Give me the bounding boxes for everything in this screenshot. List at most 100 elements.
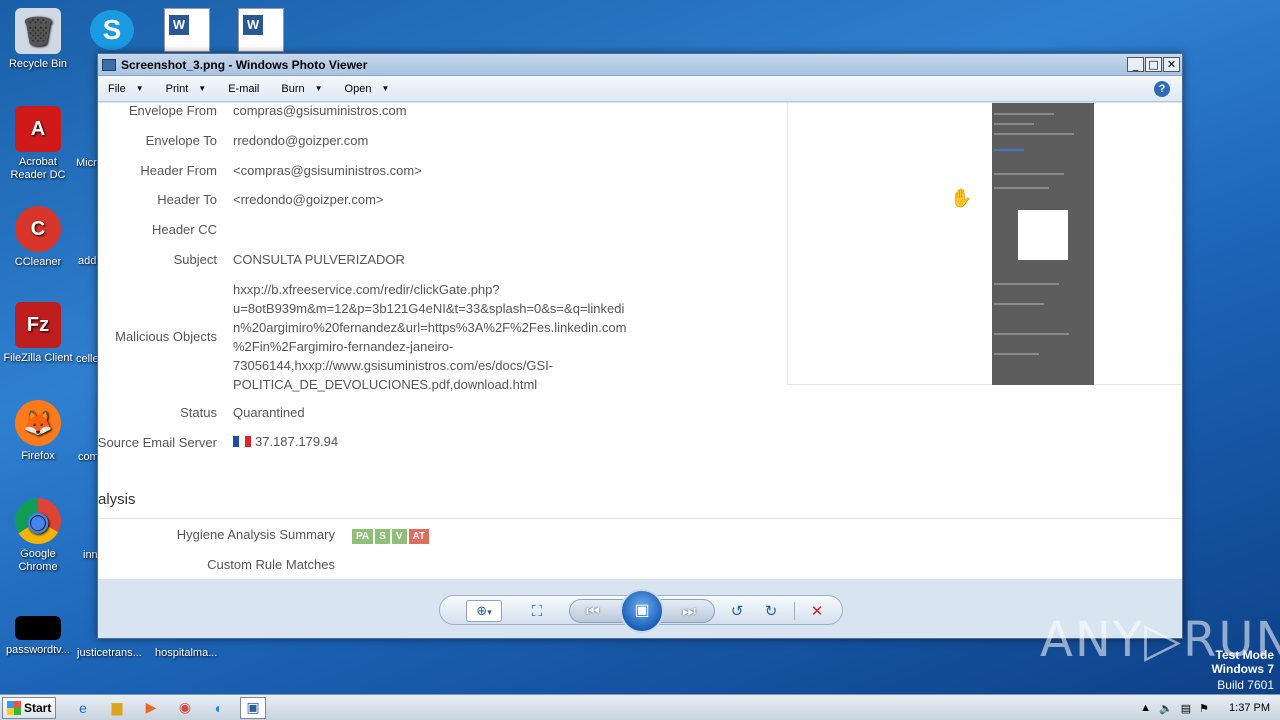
menu-print[interactable]: Print ▼	[166, 83, 207, 95]
malicious-objects-value: hxxp://b.xfreeservice.com/redir/clickGat…	[233, 282, 627, 392]
badge-pa: PA	[352, 529, 374, 544]
file-explorer-icon[interactable]: ▆	[104, 697, 130, 719]
menu-open[interactable]: Open ▼	[345, 83, 390, 95]
thumbnail-dialog	[1018, 210, 1068, 260]
field-label: Envelope To	[145, 133, 217, 148]
divider	[98, 518, 1182, 519]
desktop-icon-filezilla[interactable]: Fz FileZilla Client	[0, 302, 76, 365]
field-label: Subject	[173, 252, 217, 267]
desktop-icon-passwordtv[interactable]: passwordtv...	[0, 616, 76, 657]
network-icon[interactable]: ▤	[1181, 702, 1191, 715]
filezilla-icon: Fz	[15, 302, 61, 348]
image-viewport[interactable]: Envelope From compras@gsisuministros.com…	[98, 103, 1182, 579]
hand-cursor-icon: ✋	[950, 188, 973, 208]
badge-at: AT	[408, 529, 430, 544]
media-player-icon[interactable]: ▶	[138, 697, 164, 719]
edge-icon[interactable]: ◐	[206, 697, 232, 719]
viewer-controls: ⊕▾ ⛶ ⏮ ⏭ ▣ ↺ ↻ ✕	[98, 579, 1182, 638]
ccleaner-icon: C	[15, 206, 61, 252]
field-label: Header From	[140, 163, 217, 178]
firefox-icon: 🦊	[15, 400, 61, 446]
show-hidden-icons-icon[interactable]: ▲	[1140, 702, 1151, 714]
desktop-icon-label: Recycle Bin	[8, 58, 68, 70]
desktop-icon-label-partial: com	[78, 451, 99, 463]
menu-email[interactable]: E-mail	[228, 83, 259, 95]
thumbnail-line	[994, 333, 1069, 335]
thumbnail-line	[994, 283, 1059, 285]
start-button[interactable]: Start	[2, 696, 56, 719]
desktop-icon-label-partial: Micr	[76, 157, 97, 169]
volume-icon[interactable]: 🔈	[1159, 702, 1173, 715]
file-icon	[15, 616, 61, 640]
photo-viewer-taskbar-icon[interactable]: ▣	[240, 696, 266, 719]
thumbnail-line	[994, 173, 1064, 175]
close-button[interactable]: ✕	[1163, 57, 1180, 72]
word-document-icon[interactable]: W	[238, 8, 284, 52]
windows-logo-icon	[7, 700, 21, 715]
chevron-down-icon: ▼	[381, 84, 390, 93]
desktop-icon-label-partial: inn	[83, 549, 98, 561]
field-label: Header To	[157, 192, 217, 207]
maximize-button[interactable]: □	[1145, 57, 1162, 72]
rotate-counterclockwise-button[interactable]: ↺	[726, 600, 748, 622]
acrobat-icon: A	[15, 106, 61, 152]
clock[interactable]: 1:37 PM	[1229, 702, 1270, 714]
build-label: Build 7601	[1217, 678, 1274, 692]
desktop-icon-label: passwordtv...	[6, 644, 70, 656]
desktop-icon-label: Acrobat Reader DC	[10, 156, 66, 181]
desktop-icon-label-partial: add	[78, 255, 97, 267]
desktop-icon-recycle-bin[interactable]: 🗑 Recycle Bin	[0, 8, 76, 71]
system-tray: ▲ 🔈 ▤ ⚑ 1:37 PM	[1140, 695, 1280, 720]
desktop-icon-acrobat[interactable]: A Acrobat Reader DC	[0, 106, 76, 182]
word-document-icon[interactable]: W	[164, 8, 210, 52]
thumbnail-line	[994, 353, 1039, 355]
taskbar: Start e ▆ ▶ ◉ ◐ ▣ ▲ 🔈 ▤ ⚑ 1:37 PM	[0, 694, 1280, 720]
minimize-button[interactable]: _	[1127, 57, 1144, 72]
field-value: compras@gsisuministros.com	[233, 103, 407, 118]
malicious-objects-label: Malicious Objects	[115, 329, 217, 344]
zoom-button[interactable]: ⊕▾	[466, 600, 502, 622]
rotate-clockwise-button[interactable]: ↻	[760, 600, 782, 622]
source-email-server-value: 37.187.179.94	[233, 434, 338, 449]
desktop-icon-chrome[interactable]: ◉ Google Chrome	[0, 498, 76, 574]
field-label: Header CC	[151, 222, 217, 237]
menu-bar: File ▼ Print ▼ E-mail Burn ▼ Open ▼ ?	[98, 76, 1182, 102]
field-value: rredondo@goizper.com	[233, 133, 369, 148]
next-button[interactable]: ⏭	[678, 600, 700, 622]
help-icon[interactable]: ?	[1154, 81, 1170, 97]
section-title-analysis: alysis	[98, 491, 136, 508]
title-bar[interactable]: Screenshot_3.png - Windows Photo Viewer …	[98, 54, 1182, 76]
field-value: <compras@gsisuministros.com>	[233, 163, 422, 178]
chevron-down-icon: ▾	[487, 608, 492, 618]
actual-size-button[interactable]: ⛶	[526, 600, 548, 622]
slideshow-button[interactable]: ▣	[620, 589, 664, 633]
action-center-flag-icon[interactable]: ⚑	[1199, 702, 1209, 715]
desktop-icon-label: FileZilla Client	[3, 352, 73, 364]
chevron-down-icon: ▼	[314, 84, 323, 93]
zoom-icon: ⊕	[476, 604, 488, 619]
desktop-icon-label-partial: hospitalma...	[155, 647, 218, 659]
desktop-icon-label-partial: justicetrans...	[77, 647, 142, 659]
desktop-icon-label: CCleaner	[14, 256, 62, 268]
delete-button[interactable]: ✕	[806, 600, 828, 622]
thumbnail-line	[994, 133, 1074, 135]
email-preview-thumbnail	[992, 103, 1094, 385]
thumbnail-line	[994, 303, 1044, 305]
status-label: Status	[180, 405, 217, 420]
desktop-icon-firefox[interactable]: 🦊 Firefox	[0, 400, 76, 463]
field-value: CONSULTA PULVERIZADOR	[233, 252, 405, 267]
thumbnail-line	[994, 149, 1024, 151]
desktop-icon-ccleaner[interactable]: C CCleaner	[0, 206, 76, 269]
menu-burn[interactable]: Burn ▼	[281, 83, 322, 95]
internet-explorer-icon[interactable]: e	[70, 697, 96, 719]
chrome-taskbar-icon[interactable]: ◉	[172, 697, 198, 719]
test-mode-label: Test Mode	[1215, 648, 1274, 662]
skype-icon[interactable]: S	[90, 10, 134, 50]
status-value: Quarantined	[233, 405, 305, 420]
thumbnail-line	[994, 187, 1049, 189]
hygiene-badges: PA S V AT	[352, 527, 431, 544]
badge-s: S	[375, 529, 390, 544]
menu-file[interactable]: File ▼	[108, 83, 144, 95]
previous-button[interactable]: ⏮	[582, 600, 604, 622]
photo-viewer-app-icon	[102, 58, 116, 71]
